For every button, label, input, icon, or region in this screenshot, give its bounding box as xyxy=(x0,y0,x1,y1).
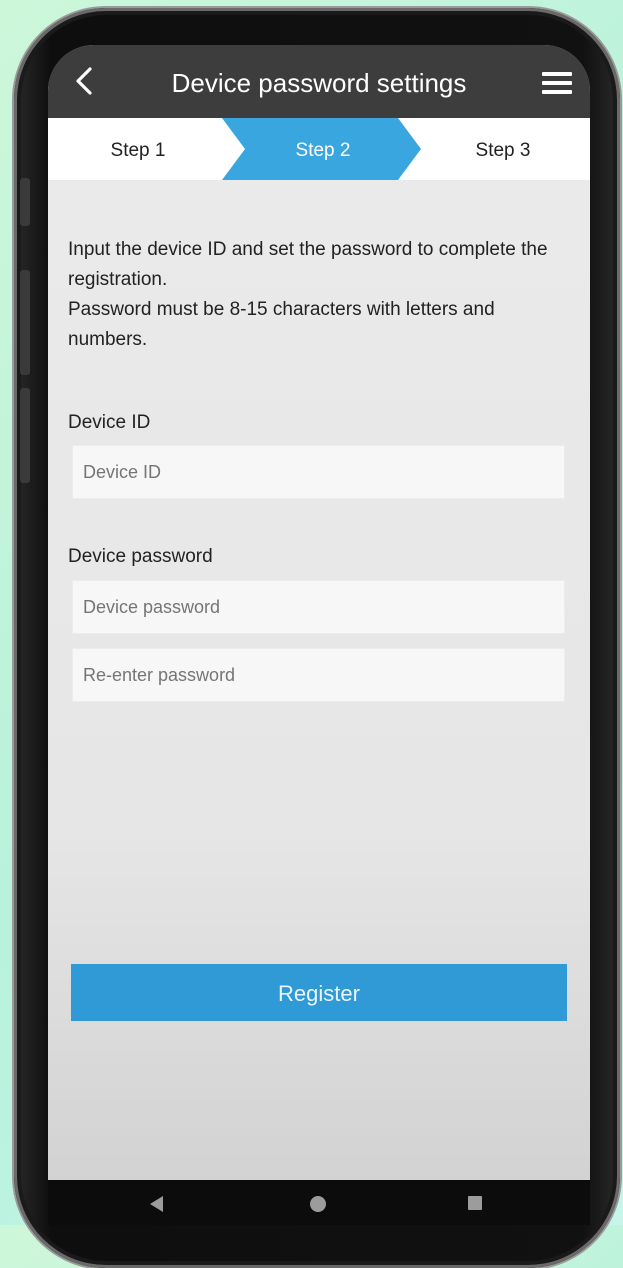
circle-home-icon[interactable] xyxy=(310,1196,326,1212)
phone-side-button xyxy=(20,178,30,226)
step-3-label: Step 3 xyxy=(475,140,531,161)
step-1-label: Step 1 xyxy=(110,140,166,161)
square-recent-apps-icon[interactable] xyxy=(468,1196,482,1210)
phone-screen: Device password settings Step 1 Step 2 S… xyxy=(48,45,590,1225)
form-content: Input the device ID and set the password… xyxy=(48,180,590,1180)
device-password-label: Device password xyxy=(68,546,213,567)
phone-volume-button xyxy=(20,270,30,375)
device-password-input[interactable] xyxy=(72,580,565,634)
confirm-password-input[interactable] xyxy=(72,648,565,702)
hamburger-menu-icon[interactable] xyxy=(542,72,572,94)
triangle-back-icon[interactable] xyxy=(150,1196,163,1212)
instructions-line-1: Input the device ID and set the password… xyxy=(68,239,548,290)
phone-power-button xyxy=(20,388,30,483)
register-button[interactable]: Register xyxy=(71,964,567,1021)
app-header: Device password settings xyxy=(48,45,590,118)
step-indicator: Step 1 Step 2 Step 3 xyxy=(48,118,590,180)
system-navigation-bar xyxy=(48,1180,590,1225)
chevron-left-icon[interactable] xyxy=(70,63,102,99)
instructions-text: Input the device ID and set the password… xyxy=(68,235,568,355)
device-id-label: Device ID xyxy=(68,412,151,433)
page-title: Device password settings xyxy=(171,68,467,98)
step-2-label: Step 2 xyxy=(295,140,351,161)
device-id-input[interactable] xyxy=(72,445,565,499)
instructions-line-2: Password must be 8-15 characters with le… xyxy=(68,299,495,350)
